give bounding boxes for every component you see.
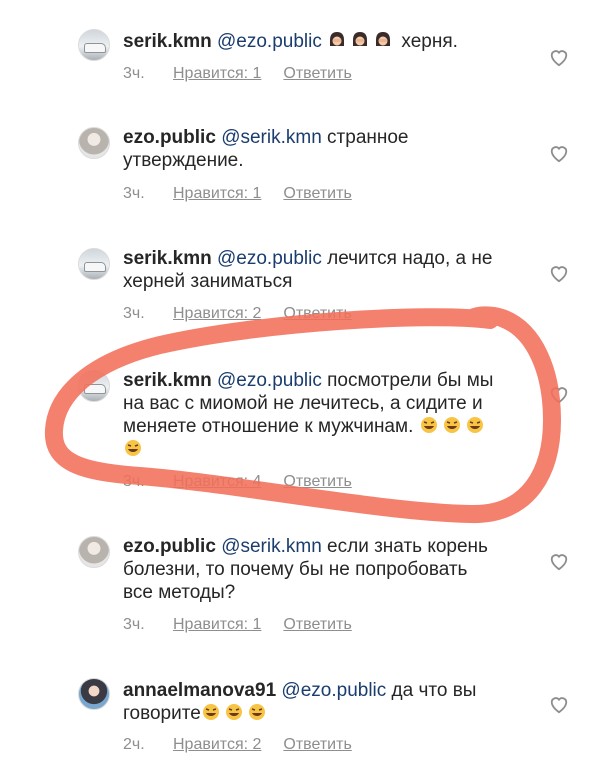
heart-outline-icon[interactable] — [548, 384, 570, 404]
likes-link[interactable]: Нравится: 2 — [173, 305, 261, 323]
mention-link[interactable]: @ezo.public — [217, 31, 322, 52]
username[interactable]: serik.kmn — [123, 31, 212, 52]
likes-link[interactable]: Нравится: 1 — [173, 65, 261, 83]
reply-link[interactable]: Ответить — [283, 185, 351, 203]
reply-link[interactable]: Ответить — [283, 65, 351, 83]
timestamp: 3ч. — [123, 65, 145, 82]
username[interactable]: serik.kmn — [123, 248, 212, 269]
rofl-emoji — [201, 703, 270, 724]
avatar[interactable] — [78, 29, 110, 61]
mention-link[interactable]: @ezo.public — [217, 248, 322, 269]
avatar[interactable] — [78, 678, 110, 710]
username[interactable]: ezo.public — [123, 127, 216, 148]
reply-link[interactable]: Ответить — [283, 305, 351, 323]
heart-outline-icon[interactable] — [548, 143, 570, 163]
username[interactable]: annaelmanova91 — [123, 680, 276, 701]
timestamp: 3ч. — [123, 305, 145, 322]
username[interactable]: ezo.public — [123, 536, 216, 557]
reply-link[interactable]: Ответить — [283, 736, 351, 754]
avatar[interactable] — [78, 127, 110, 159]
mention-link[interactable]: @ezo.public — [281, 680, 386, 701]
timestamp: 3ч. — [123, 616, 145, 633]
timestamp: 3ч. — [123, 185, 145, 202]
timestamp: 2ч. — [123, 736, 145, 753]
avatar[interactable] — [78, 370, 110, 402]
mention-link[interactable]: @serik.kmn — [221, 127, 322, 148]
likes-link[interactable]: Нравится: 1 — [173, 616, 261, 634]
mention-link[interactable]: @ezo.public — [217, 370, 322, 391]
heart-outline-icon[interactable] — [548, 47, 570, 67]
likes-link[interactable]: Нравится: 2 — [173, 736, 261, 754]
heart-outline-icon[interactable] — [548, 551, 570, 571]
avatar[interactable] — [78, 536, 110, 568]
username[interactable]: serik.kmn — [123, 370, 212, 391]
facepalm-emoji — [327, 31, 401, 52]
likes-link[interactable]: Нравится: 4 — [173, 473, 261, 491]
heart-outline-icon[interactable] — [548, 263, 570, 283]
avatar[interactable] — [78, 248, 110, 280]
likes-link[interactable]: Нравится: 1 — [173, 185, 261, 203]
reply-link[interactable]: Ответить — [283, 473, 351, 491]
timestamp: 3ч. — [123, 473, 145, 490]
comment-text: херня. — [401, 31, 458, 52]
mention-link[interactable]: @serik.kmn — [221, 536, 322, 557]
heart-outline-icon[interactable] — [548, 694, 570, 714]
reply-link[interactable]: Ответить — [283, 616, 351, 634]
